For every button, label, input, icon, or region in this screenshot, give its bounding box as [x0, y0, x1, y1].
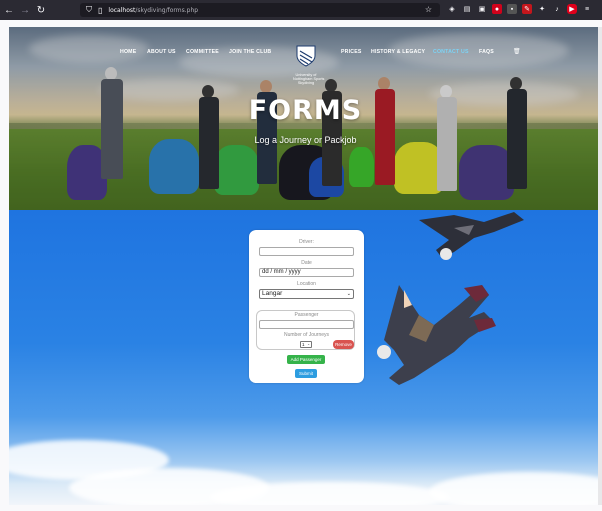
driver-input[interactable]: [259, 247, 354, 256]
remove-passenger-button[interactable]: Remove: [333, 340, 354, 349]
chevron-down-icon: ⌄: [346, 291, 351, 297]
sky-cloud: [429, 472, 602, 505]
nav-committee[interactable]: COMMITTEE: [186, 49, 219, 55]
club-logo[interactable]: University of Nottingham Sports Skydivin…: [293, 45, 325, 89]
journeys-label: Number of Journeys: [283, 332, 330, 338]
browser-toolbar: ← → ↻ ⛉ ▯ localhost/skydiving/forms.php …: [0, 0, 602, 20]
location-select[interactable]: Langar ⌄: [259, 289, 354, 299]
pocket-icon[interactable]: ◈: [447, 4, 457, 14]
add-passenger-button[interactable]: Add Passenger: [287, 355, 325, 364]
sky-cloud: [209, 482, 449, 505]
web-page: HOME ABOUT US COMMITTEE JOIN THE CLUB PR…: [9, 27, 602, 505]
shield-logo-icon: [296, 45, 316, 67]
extension-grey-icon[interactable]: ▪: [507, 4, 517, 14]
bookmark-star-icon[interactable]: ☆: [425, 5, 432, 14]
page-subtitle: Log a Journey or Packjob: [254, 135, 357, 145]
extension-puzzle-icon[interactable]: ✦: [537, 4, 547, 14]
extensions-bar: ◈ ▤ ▣ ● ▪ ✎ ✦ ♪ ▶ ≡: [447, 4, 592, 14]
back-icon[interactable]: ←: [2, 3, 16, 17]
driver-label: Driver:: [299, 239, 314, 245]
youtube-icon[interactable]: ▶: [567, 4, 577, 14]
passenger-label: Passenger: [294, 312, 319, 318]
reload-icon[interactable]: ↻: [34, 3, 48, 17]
nav-about-us[interactable]: ABOUT US: [147, 49, 176, 55]
url-text: localhost/skydiving/forms.php: [108, 6, 199, 14]
journeys-select[interactable]: 1 ⌄: [300, 341, 312, 348]
freefall-diver-main: [377, 285, 496, 385]
page-icon: ▯: [98, 5, 103, 15]
date-input[interactable]: dd / mm / yyyy: [259, 268, 354, 277]
nav-join-the-club[interactable]: JOIN THE CLUB: [229, 49, 271, 55]
date-label: Date: [301, 260, 312, 266]
scrollbar[interactable]: [598, 27, 602, 505]
reader-icon[interactable]: ▤: [462, 4, 472, 14]
nav-home[interactable]: HOME: [120, 49, 136, 55]
extension-red-icon[interactable]: ●: [492, 4, 502, 14]
shield-icon: ⛉: [86, 5, 92, 14]
screenshot-icon[interactable]: ▣: [477, 4, 487, 14]
forward-icon[interactable]: →: [18, 3, 32, 17]
speaker-icon[interactable]: ♪: [552, 4, 562, 14]
nav-history-legacy[interactable]: HISTORY & LEGACY: [371, 49, 425, 55]
submit-button[interactable]: Submit: [295, 369, 317, 378]
hero-banner: HOME ABOUT US COMMITTEE JOIN THE CLUB PR…: [9, 27, 602, 210]
location-label: Location: [297, 281, 316, 287]
url-bar[interactable]: ⛉ ▯ localhost/skydiving/forms.php ☆: [80, 3, 440, 17]
nav-prices[interactable]: PRICES: [341, 49, 362, 55]
passenger-input[interactable]: [259, 320, 354, 329]
journey-form: Driver: Date dd / mm / yyyy Location Lan…: [249, 230, 364, 383]
page-title: FORMS: [248, 95, 363, 126]
extension-pen-icon[interactable]: ✎: [522, 4, 532, 14]
freefall-diver-top: [419, 212, 524, 260]
menu-icon[interactable]: ≡: [582, 4, 592, 14]
chevron-down-icon: ⌄: [307, 342, 310, 346]
trash-icon[interactable]: 🗑: [513, 48, 521, 55]
nav-contact-us[interactable]: CONTACT US: [433, 49, 469, 55]
logo-text: University of Nottingham Sports Skydivin…: [293, 73, 325, 86]
nav-faqs[interactable]: FAQS: [479, 49, 494, 55]
